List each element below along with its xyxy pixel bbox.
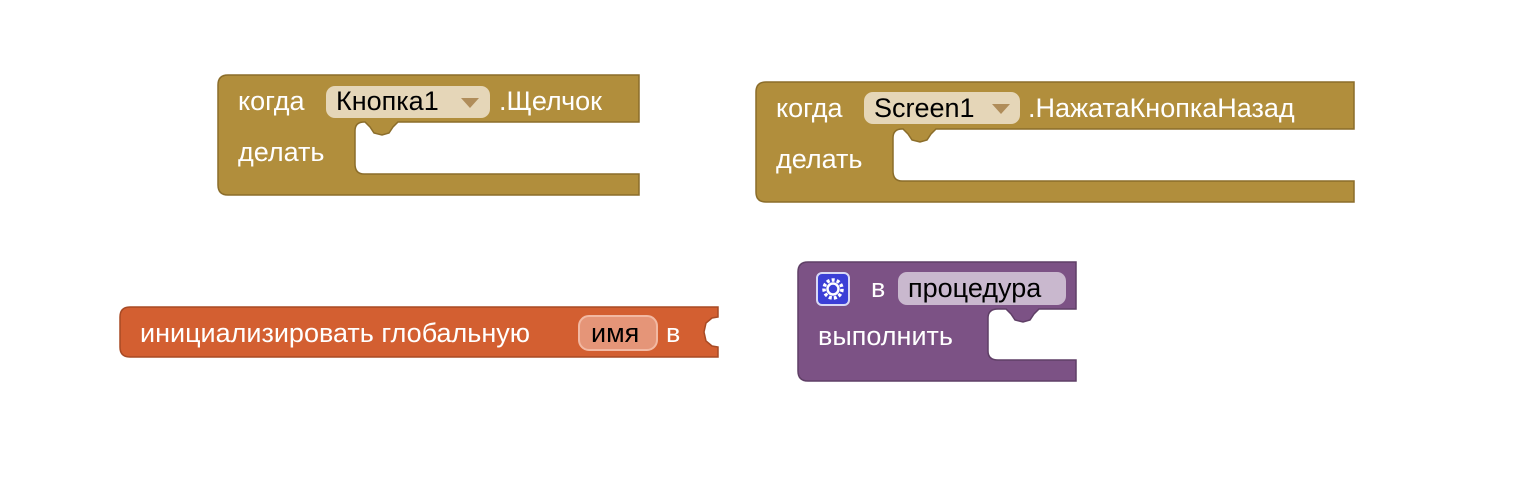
do-label: делать: [776, 144, 862, 174]
init-global-label: инициализировать глобальную: [140, 318, 530, 348]
global-variable-block[interactable]: инициализировать глобальную имя в: [119, 306, 722, 361]
event-block-button-click[interactable]: когда Кнопка1 .Щелчок делать: [217, 74, 642, 199]
procedure-name-value: процедура: [908, 273, 1042, 303]
event-name: .Щелчок: [499, 86, 602, 116]
component-dropdown-value: Screen1: [874, 93, 975, 123]
to-label: в: [666, 318, 680, 348]
procedure-block[interactable]: в процедура выполнить: [797, 261, 1080, 386]
event-block-screen-back[interactable]: когда Screen1 .НажатаКнопкаНазад делать: [755, 81, 1358, 206]
event-name: .НажатаКнопкаНазад: [1028, 93, 1295, 123]
do-label: делать: [238, 137, 324, 167]
do-label: выполнить: [818, 321, 953, 351]
component-dropdown-value: Кнопка1: [336, 86, 439, 116]
gear-icon[interactable]: [816, 272, 850, 306]
blocks-workspace[interactable]: когда Кнопка1 .Щелчок делать когда Scree…: [0, 0, 1532, 502]
variable-name-value: имя: [591, 318, 639, 348]
when-label: когда: [776, 93, 844, 123]
to-label: в: [871, 273, 885, 303]
when-label: когда: [238, 86, 306, 116]
